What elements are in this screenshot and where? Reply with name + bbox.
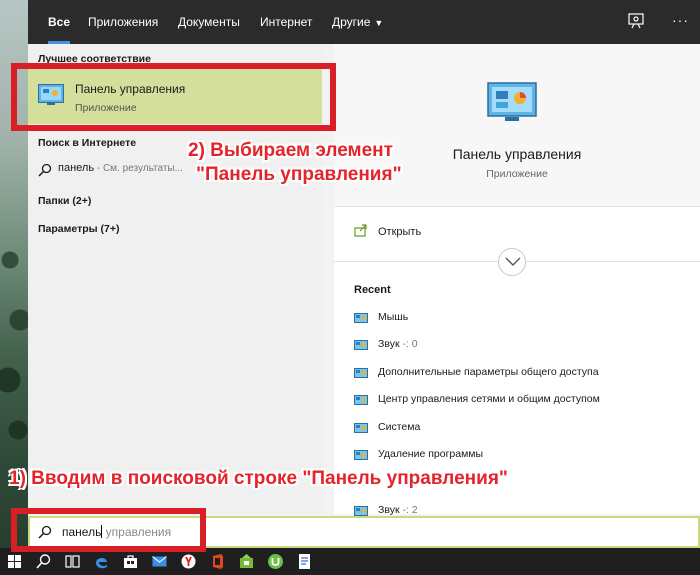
more-options-icon[interactable]: ··· [672,12,689,28]
yandex-browser-icon[interactable] [180,553,197,570]
store-icon[interactable] [122,553,139,570]
tab-other[interactable]: Другие ▼ [322,0,393,44]
tab-documents-label: Документы [178,15,240,29]
task-view-icon[interactable] [64,553,81,570]
mail-icon[interactable] [151,553,168,570]
chevron-down-icon [505,257,521,266]
chevron-down-icon: ▼ [374,18,384,28]
control-panel-icon [354,395,368,405]
windows-start-icon[interactable] [6,553,23,570]
control-panel-icon [354,368,368,378]
annotation-step2-line2: "Панель управления" [196,164,402,185]
open-action[interactable]: Открыть [354,224,421,242]
recent-heading: Recent [354,284,391,296]
search-icon[interactable] [35,553,52,570]
web-search-hint: - См. результаты... [94,163,183,174]
divider [334,206,700,207]
annotation-highlight-result [11,63,336,131]
open-label: Открыть [378,226,422,238]
feedback-icon[interactable] [628,13,644,29]
web-search-heading: Поиск в Интернете [38,137,137,149]
control-panel-icon [354,423,368,433]
recent-item-label: Мышь [378,311,409,323]
tab-apps[interactable]: Приложения [78,0,168,44]
tab-apps-label: Приложения [88,15,159,29]
search-tabs-bar: Все Приложения Документы Интернет Другие… [28,0,700,44]
tab-documents[interactable]: Документы [168,0,250,44]
control-panel-icon [354,340,368,350]
recent-item-label: Звук [378,504,400,516]
web-search-result[interactable]: панель - См. результаты... [38,162,183,180]
tab-all[interactable]: Все [38,0,80,44]
preview-pane: Панель управления Приложение Открыть Rec… [334,44,700,516]
tab-other-label: Другие [332,15,371,29]
tab-internet-label: Интернет [260,15,313,29]
search-icon [38,163,52,177]
recent-item-extra: -: 0 [399,338,418,350]
recent-item-label: Звук [378,338,400,350]
annotation-step2-line1: 2) Выбираем элемент [188,140,393,161]
utorrent-icon[interactable] [267,553,284,570]
document-app-icon[interactable] [296,553,313,570]
expand-button[interactable] [498,248,526,276]
recent-item-label: Дополнительные параметры общего доступа [378,366,599,378]
annotation-step1: 1) Вводим в поисковой строке "Панель упр… [9,468,508,489]
settings-heading[interactable]: Параметры (7+) [38,223,120,235]
folders-heading[interactable]: Папки (2+) [38,195,91,207]
office-icon[interactable] [209,553,226,570]
tab-internet[interactable]: Интернет [250,0,322,44]
recent-item-label: Центр управления сетями и общим доступом [378,393,600,405]
control-panel-icon [354,313,368,323]
control-panel-large-icon [487,82,537,121]
tab-all-label: Все [48,15,71,29]
edge-browser-icon[interactable] [93,553,110,570]
taskbar [0,548,700,575]
recent-item-label: Система [378,421,421,433]
recent-item-label: Удаление программы [378,448,484,460]
recent-item-extra: -: 2 [399,504,418,516]
annotation-highlight-search [11,508,206,552]
control-panel-icon [354,450,368,460]
web-search-query: панель [58,162,95,174]
open-icon [354,224,367,237]
app-icon[interactable] [238,553,255,570]
